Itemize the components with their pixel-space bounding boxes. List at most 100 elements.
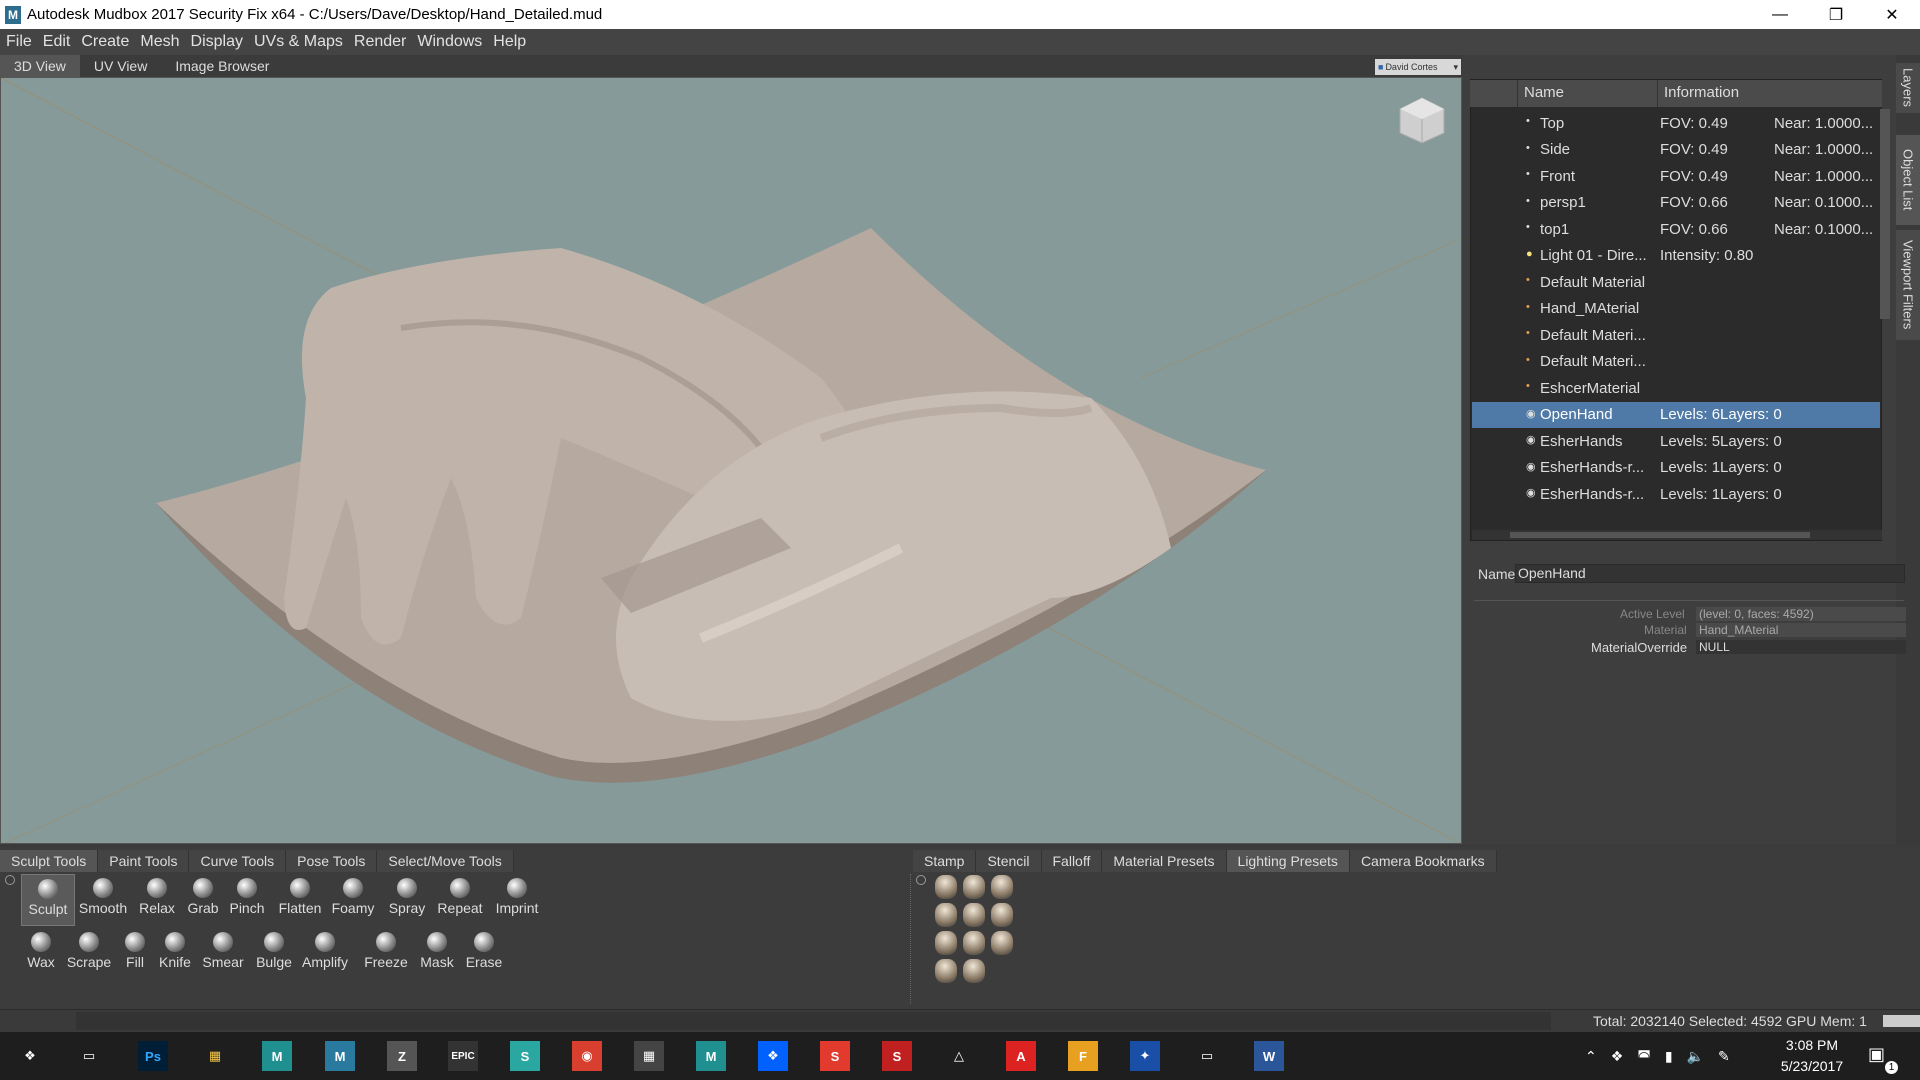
minimize-button[interactable]: — <box>1752 0 1808 29</box>
object-list-row[interactable]: • top1 FOV: 0.66 Near: 0.1000... <box>1472 216 1880 242</box>
tab-curve-tools[interactable]: Curve Tools <box>189 850 287 872</box>
tab-layers[interactable]: Layers <box>1896 63 1920 113</box>
clock[interactable]: 3:08 PM 5/23/2017 <box>1767 1035 1857 1077</box>
app-f-icon[interactable]: F <box>1068 1041 1098 1071</box>
lighting-preset-thumbnail[interactable] <box>935 903 957 927</box>
object-list-row[interactable]: • Default Materi... <box>1472 349 1880 375</box>
tab-stamp[interactable]: Stamp <box>913 850 977 872</box>
tab-object-list[interactable]: Object List <box>1896 135 1920 225</box>
tab-falloff[interactable]: Falloff <box>1041 850 1103 872</box>
tool-bulge[interactable]: Bulge <box>247 928 301 980</box>
tool-knife[interactable]: Knife <box>148 928 202 980</box>
tool-foamy[interactable]: Foamy <box>326 874 380 926</box>
object-list-row[interactable]: ◉ EsherHands Levels: 5Layers: 0 <box>1472 428 1880 454</box>
tab-stencil[interactable]: Stencil <box>976 850 1042 872</box>
object-list-hscrollbar[interactable] <box>1472 530 1882 540</box>
preset-tray-collapse-icon[interactable] <box>916 875 926 885</box>
epic-games-icon[interactable]: EPIC <box>448 1041 478 1071</box>
acrobat-icon[interactable]: A <box>1006 1041 1036 1071</box>
close-button[interactable]: ✕ <box>1864 0 1920 29</box>
tab-select-move-tools[interactable]: Select/Move Tools <box>377 850 514 872</box>
word-icon[interactable]: W <box>1254 1041 1284 1071</box>
lighting-preset-thumbnail[interactable] <box>963 931 985 955</box>
oculus-icon[interactable]: ▭ <box>1192 1041 1222 1071</box>
header-name[interactable]: Name <box>1518 80 1658 107</box>
lighting-preset-thumbnail[interactable] <box>935 875 957 899</box>
tool-pinch[interactable]: Pinch <box>220 874 274 926</box>
tab-uv-view[interactable]: UV View <box>80 55 161 77</box>
unity-icon[interactable]: △ <box>944 1041 974 1071</box>
tool-smooth[interactable]: Smooth <box>76 874 130 926</box>
header-information[interactable]: Information <box>1658 80 1882 107</box>
menu-uvs-maps[interactable]: UVs & Maps <box>254 33 343 51</box>
file-explorer-icon[interactable]: ▦ <box>200 1041 230 1071</box>
task-view-icon[interactable]: ▭ <box>74 1041 104 1071</box>
tool-repeat[interactable]: Repeat <box>433 874 487 926</box>
lighting-preset-thumbnail[interactable] <box>991 875 1013 899</box>
object-list-row[interactable]: • Top FOV: 0.49 Near: 1.0000... <box>1472 110 1880 136</box>
maya-icon-2[interactable]: M <box>696 1041 726 1071</box>
object-list-row[interactable]: • EshcerMaterial <box>1472 375 1880 401</box>
lighting-preset-thumbnail[interactable] <box>991 903 1013 927</box>
user-dropdown[interactable]: ■ David Cortes ▾ <box>1375 59 1461 75</box>
tool-spray[interactable]: Spray <box>380 874 434 926</box>
tab-image-browser[interactable]: Image Browser <box>161 55 283 77</box>
zbrush-icon[interactable]: Z <box>387 1041 417 1071</box>
battery-icon[interactable]: ▮ <box>1665 1048 1673 1065</box>
object-list-row[interactable]: ● Light 01 - Dire... Intensity: 0.80 <box>1472 243 1880 269</box>
tab-3d-view[interactable]: 3D View <box>0 55 80 77</box>
menu-edit[interactable]: Edit <box>43 33 71 51</box>
tool-mask[interactable]: Mask <box>410 928 464 980</box>
tool-flatten[interactable]: Flatten <box>273 874 327 926</box>
chrome-icon[interactable]: ◉ <box>572 1041 602 1071</box>
menu-display[interactable]: Display <box>191 33 243 51</box>
menu-file[interactable]: File <box>6 33 32 51</box>
object-list-row[interactable]: • Default Materi... <box>1472 322 1880 348</box>
dropbox-tray-icon[interactable]: ❖ <box>1611 1048 1624 1065</box>
menu-mesh[interactable]: Mesh <box>140 33 179 51</box>
restore-button[interactable]: ❐ <box>1808 0 1864 29</box>
menu-windows[interactable]: Windows <box>417 33 482 51</box>
tab-pose-tools[interactable]: Pose Tools <box>286 850 378 872</box>
name-field[interactable]: OpenHand <box>1515 564 1905 583</box>
tab-viewport-filters[interactable]: Viewport Filters <box>1896 230 1920 340</box>
calculator-icon[interactable]: ▦ <box>634 1041 664 1071</box>
tool-erase[interactable]: Erase <box>457 928 511 980</box>
lighting-preset-thumbnail[interactable] <box>963 959 985 983</box>
object-list-row[interactable]: • Side FOV: 0.49 Near: 1.0000... <box>1472 137 1880 163</box>
app-figure-icon[interactable]: ✦ <box>1130 1041 1160 1071</box>
lighting-preset-thumbnail[interactable] <box>935 931 957 955</box>
tool-wax[interactable]: Wax <box>14 928 68 980</box>
lighting-preset-thumbnail[interactable] <box>991 931 1013 955</box>
pen-icon[interactable]: ✎ <box>1718 1048 1730 1065</box>
tab-lighting-presets[interactable]: Lighting Presets <box>1226 850 1350 872</box>
maya-icon[interactable]: M <box>262 1041 292 1071</box>
tool-tray-collapse-icon[interactable] <box>5 875 15 885</box>
mudbox-icon[interactable]: M <box>325 1041 355 1071</box>
object-list-row[interactable]: • persp1 FOV: 0.66 Near: 0.1000... <box>1472 190 1880 216</box>
object-list-row[interactable]: ◉ EsherHands-r... Levels: 1Layers: 0 <box>1472 455 1880 481</box>
object-list-row[interactable]: • Front FOV: 0.49 Near: 1.0000... <box>1472 163 1880 189</box>
app-s-icon[interactable]: S <box>510 1041 540 1071</box>
lighting-preset-thumbnail[interactable] <box>963 903 985 927</box>
photoshop-icon[interactable]: Ps <box>138 1041 168 1071</box>
dropbox-icon[interactable]: ❖ <box>758 1041 788 1071</box>
object-list-row[interactable]: • Hand_MAterial <box>1472 296 1880 322</box>
object-list-row[interactable]: ◉ OpenHand Levels: 6Layers: 0 <box>1472 401 1880 428</box>
object-list-row[interactable]: ◉ EsherHands-r... Levels: 1Layers: 0 <box>1472 481 1880 507</box>
lighting-preset-thumbnail[interactable] <box>963 875 985 899</box>
menu-help[interactable]: Help <box>493 33 526 51</box>
substance-icon[interactable]: S <box>882 1041 912 1071</box>
object-list-vscrollbar[interactable] <box>1880 109 1890 319</box>
tray-chevron-icon[interactable]: ⌃ <box>1585 1048 1597 1065</box>
tool-imprint[interactable]: Imprint <box>490 874 544 926</box>
tool-smear[interactable]: Smear <box>196 928 250 980</box>
active-level-field[interactable]: (level: 0, faces: 4592) <box>1696 607 1906 621</box>
tab-material-presets[interactable]: Material Presets <box>1102 850 1227 872</box>
object-list-row[interactable]: • Default Material <box>1472 269 1880 295</box>
menu-render[interactable]: Render <box>354 33 406 51</box>
view-cube[interactable] <box>1397 95 1447 145</box>
tab-sculpt-tools[interactable]: Sculpt Tools <box>0 850 99 872</box>
material-field[interactable]: Hand_MAterial <box>1696 623 1906 637</box>
app-red-icon[interactable]: S <box>820 1041 850 1071</box>
